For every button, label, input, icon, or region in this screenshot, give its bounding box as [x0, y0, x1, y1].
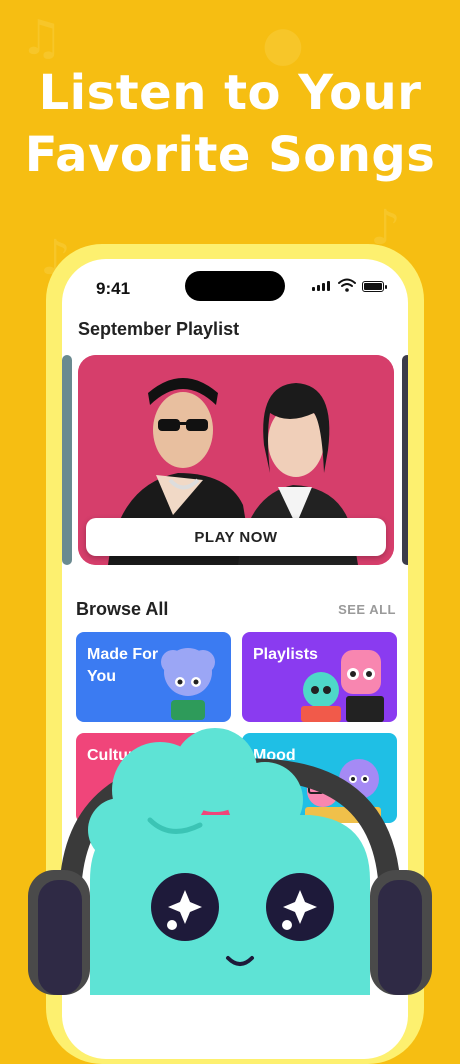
- featured-title: September Playlist: [78, 319, 240, 339]
- headline-line-1: Listen to Your: [38, 65, 422, 121]
- play-now-button[interactable]: PLAY NOW: [86, 518, 386, 556]
- mascot-character: [28, 728, 432, 995]
- carousel-next-card[interactable]: [402, 355, 408, 565]
- battery-icon: [362, 281, 387, 292]
- signal-icon: [312, 281, 330, 291]
- dynamic-island: [185, 271, 285, 301]
- tile-made-for-you[interactable]: Made For You: [76, 632, 231, 722]
- mascot-icon: [161, 648, 215, 720]
- carousel-prev-card[interactable]: [62, 355, 72, 565]
- headline: Listen to Your Favorite Songs: [0, 62, 460, 186]
- see-all-link[interactable]: SEE ALL: [338, 602, 396, 617]
- status-bar: 9:41: [62, 259, 408, 309]
- tile-playlists[interactable]: Playlists: [242, 632, 397, 722]
- wifi-icon: [338, 278, 356, 292]
- mascot-icon: [301, 650, 384, 722]
- headline-line-2: Favorite Songs: [24, 127, 436, 183]
- browse-all-title: Browse All: [76, 599, 169, 619]
- music-note-decoration: ♫: [20, 10, 64, 66]
- status-time: 9:41: [96, 279, 131, 298]
